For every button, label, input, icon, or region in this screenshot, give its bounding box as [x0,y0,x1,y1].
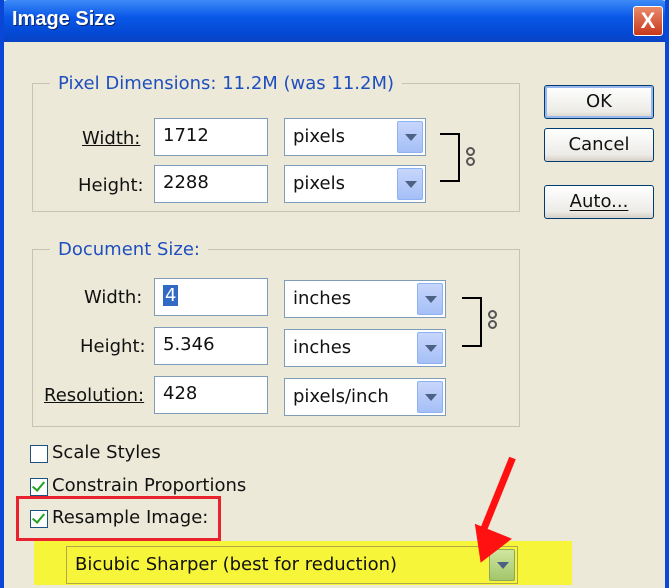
constrain-proportions-label[interactable]: Constrain Proportions [52,475,246,496]
resolution-label: Resolution: [44,385,145,406]
window-title: Image Size [12,8,116,30]
pixel-height-unit-value: pixels [293,173,345,194]
scale-styles-label[interactable]: Scale Styles [52,442,161,463]
annotation-arrow-shaft [480,456,516,530]
close-button[interactable]: X [633,6,663,36]
chevron-down-icon[interactable] [397,168,423,200]
doc-width-label: Width: [84,287,143,308]
doc-width-unit-value: inches [293,288,352,309]
chevron-down-icon[interactable] [417,381,443,413]
pixel-width-unit-select[interactable]: pixels [284,118,426,156]
pixel-width-input[interactable]: 1712 [154,118,268,156]
document-size-legend: Document Size: [50,239,208,260]
doc-height-unit-select[interactable]: inches [284,329,446,367]
pixel-height-label: Height: [78,175,144,196]
pixel-dimensions-legend: Pixel Dimensions: 11.2M (was 11.2M) [50,73,403,94]
title-bar[interactable]: Image Size X [4,0,665,42]
resample-image-checkbox[interactable] [30,510,48,528]
chevron-down-icon[interactable] [417,283,443,315]
pixel-height-unit-select[interactable]: pixels [284,165,426,203]
scale-styles-checkbox[interactable] [30,445,48,463]
document-link-bracket [462,297,482,347]
chain-icon [466,147,478,169]
resolution-unit-value: pixels/inch [293,386,389,407]
chevron-down-icon[interactable] [417,332,443,364]
image-size-dialog: Image Size X Pixel Dimensions: 11.2M (wa… [0,0,669,588]
doc-width-value: 4 [163,285,179,306]
resample-method-select[interactable]: Bicubic Sharper (best for reduction) [66,546,518,584]
resolution-input[interactable]: 428 [154,376,268,414]
auto-button[interactable]: Auto... [544,185,654,219]
cancel-button[interactable]: Cancel [544,128,654,162]
doc-width-unit-select[interactable]: inches [284,280,446,318]
pixel-height-input[interactable]: 2288 [154,165,268,203]
resample-method-value: Bicubic Sharper (best for reduction) [75,554,398,575]
pixel-link-bracket [440,133,460,182]
chevron-down-icon[interactable] [397,121,423,153]
pixel-width-label: Width: [82,128,141,149]
resample-image-label[interactable]: Resample Image: [52,507,208,528]
doc-height-input[interactable]: 5.346 [154,327,268,365]
pixel-width-unit-value: pixels [293,126,345,147]
ok-button[interactable]: OK [544,85,654,119]
doc-height-unit-value: inches [293,337,352,358]
chain-icon [488,310,500,332]
doc-height-label: Height: [80,336,146,357]
constrain-proportions-checkbox[interactable] [30,478,48,496]
resolution-unit-select[interactable]: pixels/inch [284,378,446,416]
doc-width-input[interactable]: 4 [154,278,268,316]
